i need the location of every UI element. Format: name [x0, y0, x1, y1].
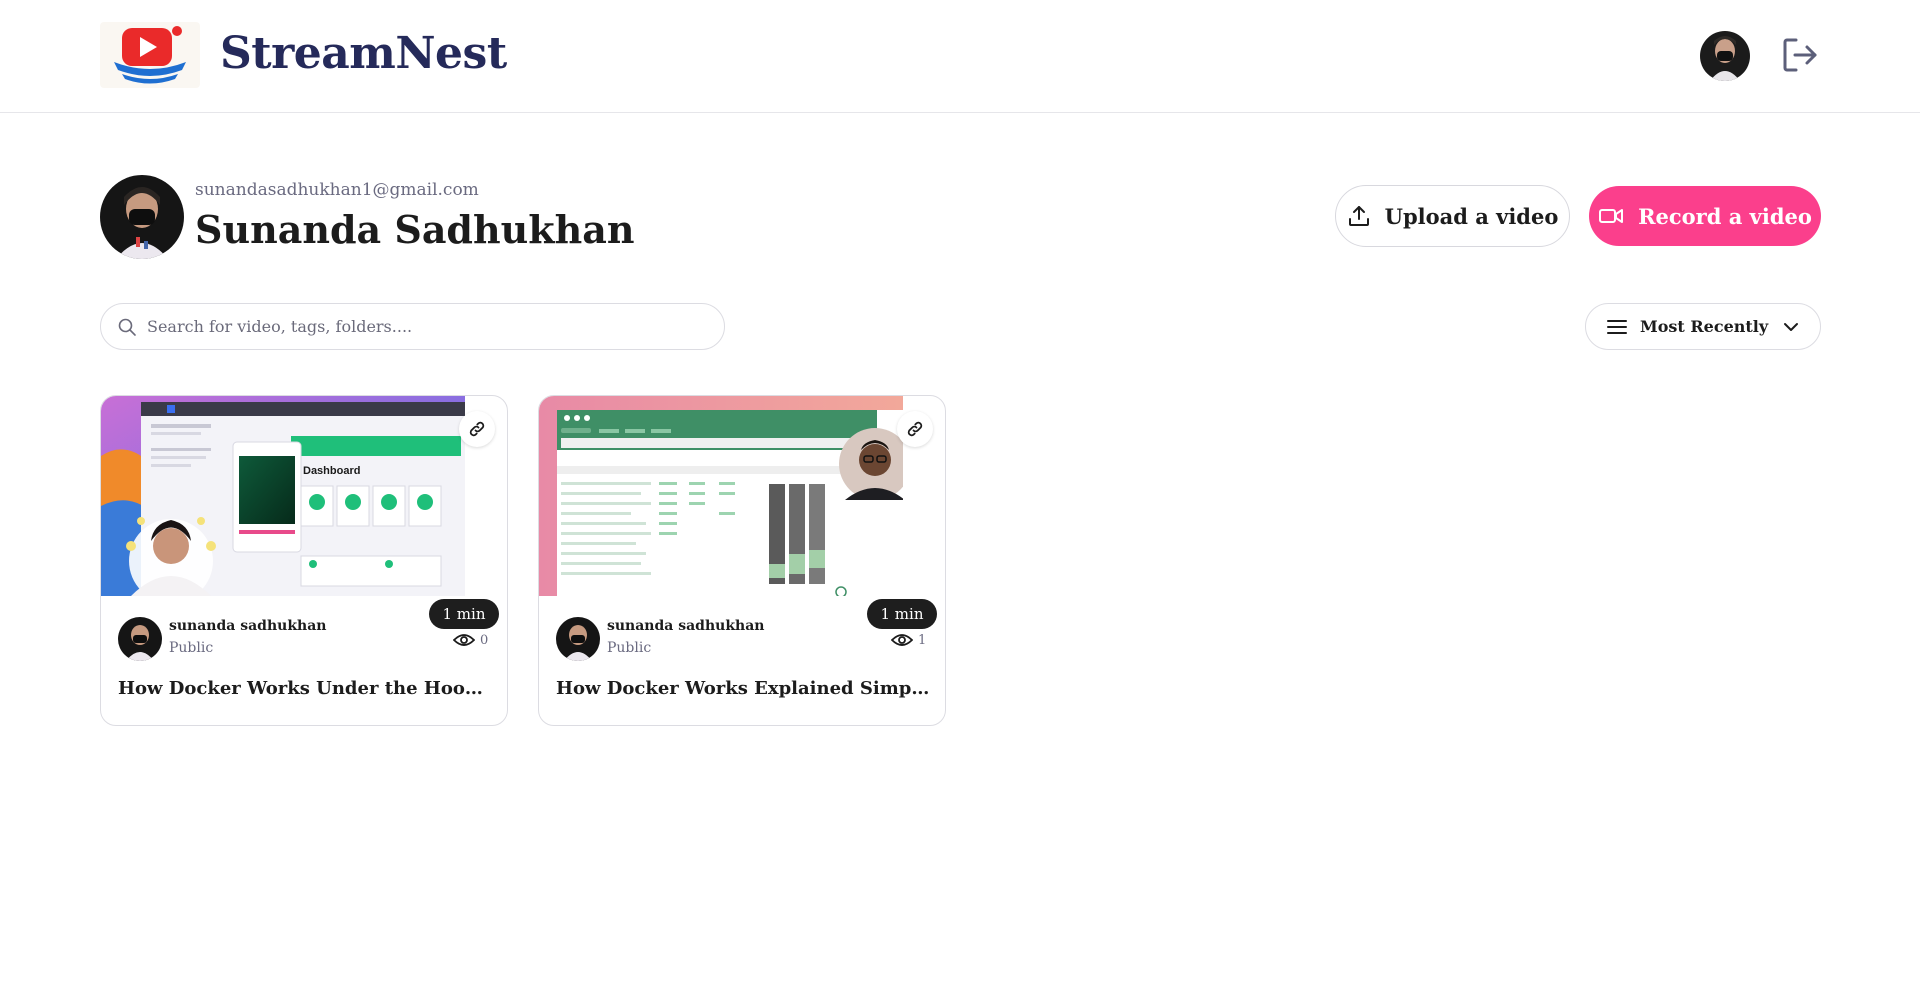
search-input[interactable] — [147, 317, 687, 336]
visibility-label: Public — [169, 640, 214, 656]
video-thumbnail-image: Dashboard — [101, 396, 465, 596]
eye-icon — [453, 634, 475, 646]
author-name: sunanda sadhukhan — [607, 618, 765, 634]
upload-icon — [1348, 206, 1369, 226]
record-video-label: Record a video — [1638, 203, 1812, 229]
author-avatar — [118, 617, 162, 661]
profile-name: Sunanda Sadhukhan — [195, 207, 635, 252]
sort-dropdown[interactable]: Most Recently — [1585, 303, 1821, 350]
view-count: 1 — [891, 632, 926, 648]
copy-link-button[interactable] — [459, 411, 495, 447]
chevron-down-icon — [1784, 322, 1798, 331]
record-video-button[interactable]: Record a video — [1589, 186, 1821, 246]
user-avatar-icon — [1700, 31, 1750, 81]
video-title[interactable]: How Docker Works Under the Hood - Just E… — [118, 678, 493, 699]
video-thumbnail[interactable]: Dashboard — [101, 396, 465, 596]
link-icon — [469, 421, 485, 437]
upload-video-button[interactable]: Upload a video — [1335, 185, 1570, 247]
user-avatar-icon — [100, 175, 184, 259]
video-thumbnail[interactable] — [539, 396, 903, 596]
author-name: sunanda sadhukhan — [169, 618, 327, 634]
top-navbar: StreamNest — [0, 0, 1920, 113]
menu-lines-icon — [1607, 319, 1627, 334]
play-boat-logo-icon — [114, 26, 186, 84]
logout-icon — [1783, 38, 1817, 72]
video-card[interactable]: 1 min sunanda sadhukhan Public 1 How Doc… — [538, 395, 946, 726]
link-icon — [907, 421, 923, 437]
duration-badge: 1 min — [867, 599, 937, 629]
brand-logo[interactable] — [100, 22, 200, 88]
user-avatar-icon — [118, 617, 162, 661]
profile-avatar — [100, 175, 184, 259]
header-avatar[interactable] — [1700, 31, 1750, 81]
video-card[interactable]: Dashboard 1 min sunanda sadhukhan Public… — [100, 395, 508, 726]
visibility-label: Public — [607, 640, 652, 656]
search-bar — [100, 303, 725, 350]
upload-video-label: Upload a video — [1384, 203, 1559, 229]
sort-label: Most Recently — [1640, 317, 1769, 336]
duration-badge: 1 min — [429, 599, 499, 629]
video-thumbnail-image — [539, 396, 903, 596]
author-avatar — [556, 617, 600, 661]
thumbnail-dashboard-text: Dashboard — [303, 465, 360, 477]
user-avatar-icon — [556, 617, 600, 661]
video-camera-icon — [1599, 209, 1624, 223]
copy-link-button[interactable] — [897, 411, 933, 447]
video-title[interactable]: How Docker Works Explained Simply - For … — [556, 678, 931, 699]
profile-email: sunandasadhukhan1@gmail.com — [195, 180, 479, 200]
brand-name: StreamNest — [220, 28, 507, 79]
search-icon — [118, 318, 136, 336]
view-count-value: 0 — [480, 632, 489, 648]
view-count-value: 1 — [918, 632, 927, 648]
logout-button[interactable] — [1781, 36, 1819, 74]
view-count: 0 — [453, 632, 488, 648]
eye-icon — [891, 634, 913, 646]
